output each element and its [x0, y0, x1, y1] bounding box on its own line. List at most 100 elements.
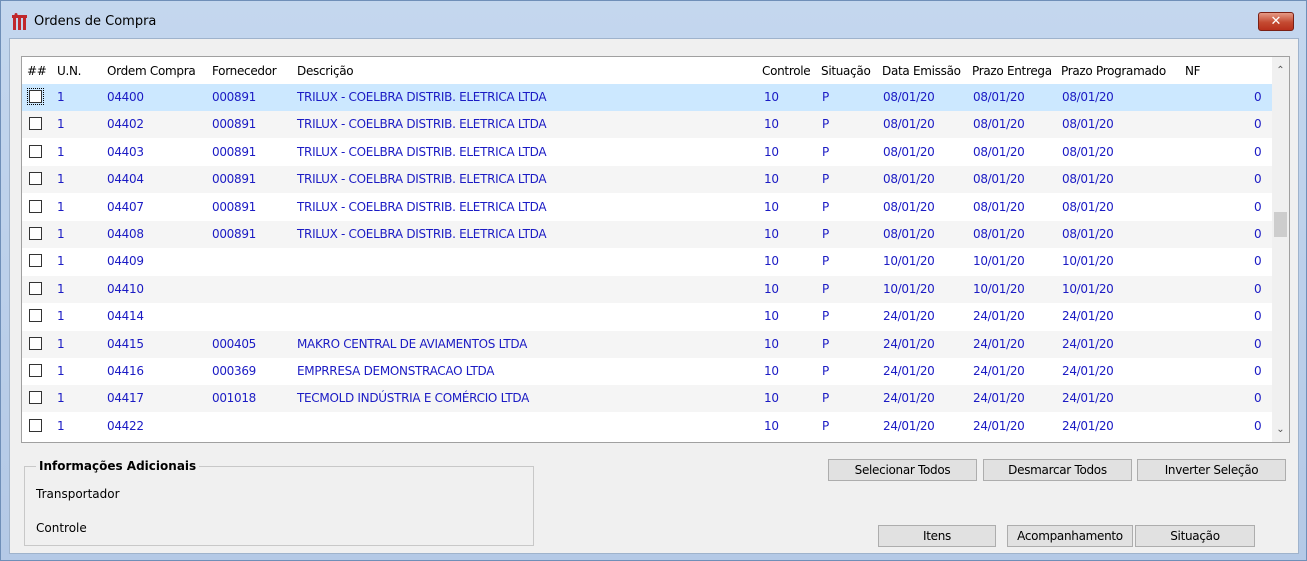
cell-nf: 0 [1254, 364, 1262, 378]
select-all-button[interactable]: Selecionar Todos [828, 459, 977, 481]
cell-fornecedor: 000891 [212, 172, 257, 187]
row-checkbox[interactable] [29, 199, 42, 213]
vertical-scrollbar[interactable]: ⌃ ⌄ [1272, 57, 1289, 442]
cell-controle: 10 [764, 254, 779, 269]
cell-descricao: TECMOLD INDÚSTRIA E COMÉRCIO LTDA [297, 391, 529, 406]
column-header-descricao[interactable]: Descrição [297, 64, 354, 78]
cell-nf: 0 [1254, 144, 1262, 159]
cell-ordem-compra: 04416 [107, 364, 144, 378]
table-row[interactable]: 1 04408 000891 TRILUX - COELBRA DISTRIB. EL… [22, 221, 1272, 248]
controle-label: Controle [36, 521, 87, 535]
close-button[interactable]: ✕ [1258, 12, 1294, 31]
column-header-un[interactable]: U.N. [57, 64, 82, 78]
cell-descricao: TRILUX - COELBRA DISTRIB. ELETRICA LTDA [297, 227, 547, 241]
cell-nf: 0 [1254, 336, 1262, 351]
cell-controle: 10 [764, 281, 779, 296]
title-bar[interactable]: Ordens de Compra ✕ [1, 1, 1306, 37]
window-title: Ordens de Compra [34, 14, 157, 29]
row-checkbox[interactable] [29, 364, 42, 377]
cell-situacao: P [822, 117, 829, 132]
row-checkbox[interactable] [29, 418, 42, 432]
cell-descricao: EMPRRESA DEMONSTRACAO LTDA [297, 364, 495, 378]
cell-controle: 10 [764, 391, 779, 406]
table-row[interactable]: 1 04409 10 P 10/01/20 10/01/20 10/01/20 0 [22, 248, 1272, 275]
table-row[interactable]: 1 04422 10 P 24/01/20 24/01/20 24/01/20 0 [22, 413, 1272, 440]
cell-ordem-compra: 04407 [107, 199, 144, 214]
table-row[interactable]: 1 04416 000369 EMPRRESA DEMONSTRACAO LTDA 10… [22, 358, 1272, 385]
cell-fornecedor: 000891 [212, 199, 257, 214]
table-row[interactable]: 1 04417 001018 TECMOLD INDÚSTRIA E COMÉRCIO… [22, 385, 1272, 413]
deselect-all-button[interactable]: Desmarcar Todos [983, 459, 1132, 481]
table-row[interactable]: 1 04414 10 P 24/01/20 24/01/20 24/01/20 0 [22, 303, 1272, 330]
table-row[interactable]: 1 04404 000891 TRILUX - COELBRA DISTRIB. EL… [22, 166, 1272, 194]
column-header-ordem-compra[interactable]: Ordem Compra [107, 64, 196, 78]
invert-selection-button[interactable]: Inverter Seleção [1137, 459, 1286, 481]
cell-prazo-programado: 24/01/20 [1062, 364, 1114, 378]
cell-ordem-compra: 04414 [107, 309, 144, 324]
column-header-hash[interactable]: ## [27, 64, 47, 78]
additional-info-legend: Informações Adicionais [36, 459, 200, 473]
acompanhamento-button[interactable]: Acompanhamento [1007, 525, 1133, 547]
column-header-prazo-entrega[interactable]: Prazo Entrega [972, 64, 1052, 78]
column-header-prazo-programado[interactable]: Prazo Programado [1061, 64, 1166, 78]
itens-button[interactable]: Itens [878, 525, 996, 547]
table-row[interactable]: 1 04400 000891 TRILUX - COELBRA DISTRIB. EL… [22, 84, 1272, 111]
cell-fornecedor: 000891 [212, 90, 257, 104]
column-header-controle[interactable]: Controle [762, 64, 811, 78]
cell-situacao: P [822, 254, 829, 269]
row-checkbox[interactable] [29, 281, 42, 295]
cell-fornecedor: 000891 [212, 117, 257, 132]
cell-controle: 10 [764, 418, 779, 433]
cell-fornecedor: 000369 [212, 364, 257, 378]
row-checkbox[interactable] [29, 144, 42, 158]
client-area: ## U.N. Ordem Compra Fornecedor Descriçã… [9, 38, 1299, 554]
row-checkbox[interactable] [29, 391, 42, 405]
cell-fornecedor: 000405 [212, 336, 257, 351]
column-header-nf[interactable]: NF [1185, 64, 1201, 78]
row-checkbox[interactable] [29, 336, 42, 350]
cell-data-emissao: 08/01/20 [883, 227, 935, 241]
row-checkbox[interactable] [29, 117, 42, 131]
cell-un: 1 [57, 144, 65, 159]
cell-situacao: P [822, 336, 829, 351]
row-checkbox[interactable] [29, 254, 42, 268]
table-row[interactable]: 1 04410 10 P 10/01/20 10/01/20 10/01/20 0 [22, 275, 1272, 303]
scroll-up-icon[interactable]: ⌃ [1272, 62, 1289, 79]
cell-prazo-entrega: 24/01/20 [973, 391, 1025, 406]
cell-prazo-programado: 24/01/20 [1062, 391, 1114, 406]
table-row[interactable]: 1 04407 000891 TRILUX - COELBRA DISTRIB. EL… [22, 194, 1272, 221]
column-header-situacao[interactable]: Situação [821, 64, 871, 78]
cell-nf: 0 [1254, 227, 1262, 241]
cell-nf: 0 [1254, 309, 1262, 324]
cell-data-emissao: 24/01/20 [883, 391, 935, 406]
row-checkbox[interactable] [29, 172, 42, 186]
cell-un: 1 [57, 418, 65, 433]
scroll-thumb[interactable] [1274, 212, 1287, 237]
cell-controle: 10 [764, 117, 779, 132]
table-row[interactable]: 1 04415 000405 MAKRO CENTRAL DE AVIAMENTOS … [22, 330, 1272, 358]
table-row[interactable]: 1 04403 000891 TRILUX - COELBRA DISTRIB. EL… [22, 139, 1272, 166]
cell-situacao: P [822, 364, 829, 378]
cell-un: 1 [57, 254, 65, 269]
table-row[interactable]: 1 04402 000891 TRILUX - COELBRA DISTRIB. EL… [22, 111, 1272, 139]
cell-situacao: P [822, 172, 829, 187]
cell-prazo-programado: 08/01/20 [1062, 90, 1114, 104]
cell-situacao: P [822, 281, 829, 296]
cell-controle: 10 [764, 364, 779, 378]
cell-prazo-programado: 10/01/20 [1062, 254, 1114, 269]
column-header-data-emissao[interactable]: Data Emissão [882, 64, 961, 78]
row-checkbox[interactable] [29, 309, 42, 323]
situacao-button[interactable]: Situação [1135, 525, 1255, 547]
cell-nf: 0 [1254, 281, 1262, 296]
cell-controle: 10 [764, 199, 779, 214]
scroll-down-icon[interactable]: ⌄ [1272, 421, 1289, 438]
cell-situacao: P [822, 227, 829, 241]
row-checkbox[interactable] [27, 88, 44, 105]
cell-nf: 0 [1254, 172, 1262, 187]
cell-prazo-programado: 24/01/20 [1062, 418, 1114, 433]
cell-prazo-entrega: 08/01/20 [973, 90, 1025, 104]
cell-data-emissao: 08/01/20 [883, 117, 935, 132]
column-header-fornecedor[interactable]: Fornecedor [212, 64, 277, 78]
row-checkbox[interactable] [29, 227, 42, 240]
cell-prazo-entrega: 08/01/20 [973, 227, 1025, 241]
